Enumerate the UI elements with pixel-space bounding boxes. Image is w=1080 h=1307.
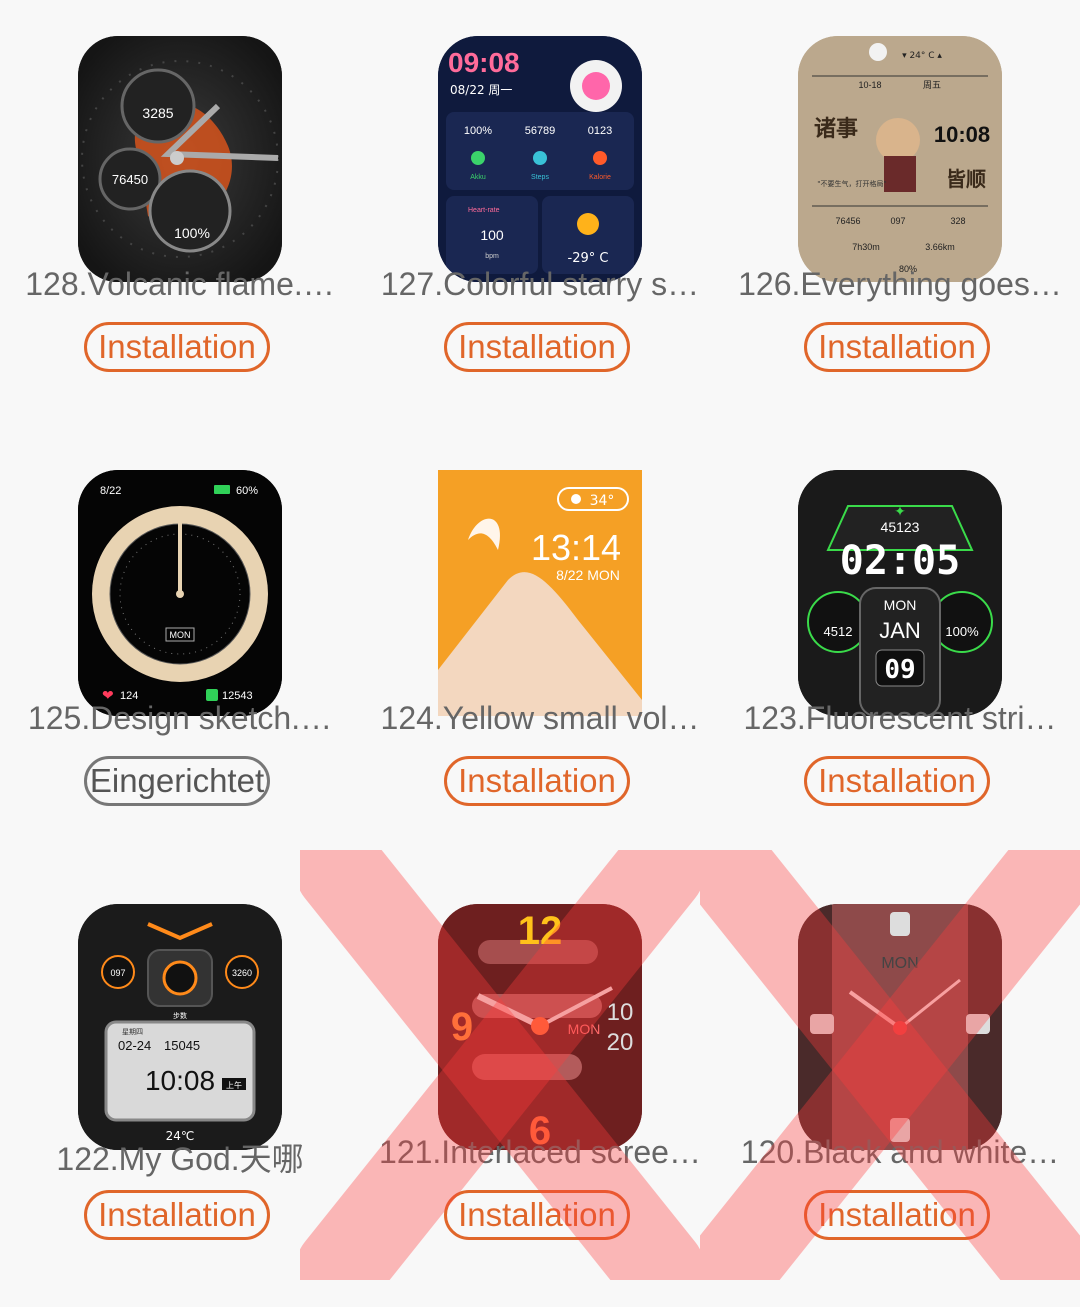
watch-face-preview[interactable]: 09:08 08/22 周一 100% 56789 0123 Akku Step… [438,36,642,282]
number-10: 10 [607,999,634,1026]
date-value: 02-24 [118,1038,151,1053]
time-value: 02:05 [840,538,960,584]
kcal-value: 328 [950,216,965,226]
slogan-1: 诸事 [814,116,858,142]
battery-value: 100% [945,624,979,639]
watch-face-preview[interactable]: 097 3260 步数 星期四 02-24 15045 10:08 上午 24℃ [78,904,282,1150]
distance-value: 3.66km [925,242,955,252]
kcal-value: 3260 [232,968,252,978]
watch-card-120[interactable]: MON 120.Black and white… Installation [720,868,1080,1302]
install-button[interactable]: Installation [804,756,990,806]
watch-face-preview[interactable]: 8/22 60% MON ❤ 124 12543 [78,470,282,716]
steps-value: 56789 [525,125,556,137]
label-kalorie: Kalorie [589,174,611,181]
battery-value: 100% [464,125,492,137]
watch-card-127[interactable]: 09:08 08/22 周一 100% 56789 0123 Akku Step… [360,0,720,434]
heart-rate-label: Heart-rate [468,207,500,214]
watch-face-preview[interactable]: MON [798,904,1002,1150]
date-value: 8/22 MON [556,567,620,583]
weekday-value: 星期四 [122,1028,143,1036]
watch-face-title: 128.Volcanic flame.… [25,266,335,302]
watch-card-122[interactable]: 097 3260 步数 星期四 02-24 15045 10:08 上午 24℃… [0,868,360,1302]
weekday-value: MON [568,1021,601,1037]
ampm-value: 上午 [226,1080,242,1090]
time-value: 09:08 [448,47,520,78]
battery-value: 100% [174,225,210,241]
install-button[interactable]: Installation [444,322,630,372]
weather-value: ▾ 24° C ▴ [902,51,942,61]
watch-card-125[interactable]: 8/22 60% MON ❤ 124 12543 125.Design sket… [0,434,360,868]
day-value: 09 [884,655,915,685]
watch-face-title: 124.Yellow small vol… [380,700,700,736]
sleep-value: 7h30m [852,242,880,252]
weekday-value: MON [170,630,191,640]
steps-label: 步数 [173,1011,187,1020]
watch-face-title: 121.Interlaced scree… [379,1134,701,1170]
steps-value: 45123 [881,519,920,535]
date-value: 08/22 周一 [450,83,512,97]
weekday-value: 周五 [923,80,941,91]
watch-face-title: 120.Black and white… [740,1134,1060,1170]
numeral-12: 12 [518,909,563,953]
watch-face-title: 126.Everything goes… [738,266,1062,302]
time-value: 13:14 [531,527,621,568]
watch-face-preview[interactable]: 34° 13:14 8/22 MON [438,470,642,716]
temperature-value: -29° C [568,251,609,266]
label-akku: Akku [470,174,486,181]
install-button[interactable]: Installation [84,1190,270,1240]
watch-face-grid: 3285 76450 100% 128.Volcanic flame.… Ins… [0,0,1080,1307]
installed-button[interactable]: Eingerichtet [84,756,270,806]
weekday-value: MON [881,955,918,972]
watch-card-121[interactable]: 12 9 6 MON 10 20 121.Interlaced scree… I… [360,868,720,1302]
install-button[interactable]: Installation [804,322,990,372]
watch-face-preview[interactable]: 3285 76450 100% [78,36,282,282]
kcal-value: 76450 [112,172,148,187]
watch-card-128[interactable]: 3285 76450 100% 128.Volcanic flame.… Ins… [0,0,360,434]
numeral-9: 9 [451,1005,473,1049]
steps-value: 76456 [835,216,860,226]
heart-rate-value: 097 [110,968,125,978]
time-value: 10:08 [145,1065,215,1096]
watch-card-124[interactable]: 34° 13:14 8/22 MON 124.Yellow small vol…… [360,434,720,868]
install-button[interactable]: Installation [84,322,270,372]
watch-face-title: 127.Colorful starry s… [380,266,700,302]
weekday-value: MON [884,597,917,613]
watch-face-title: 123.Fluorescent stri… [743,700,1057,736]
watch-face-preview[interactable]: ▾ 24° C ▴ 10-18 周五 诸事 10:08 皆顺 "不要生气，打开格… [798,36,1002,282]
motto-text: "不要生气，打开格局" [817,179,886,188]
number-20: 20 [607,1029,634,1056]
watch-face-title: 125.Design sketch.… [27,700,333,736]
install-button[interactable]: Installation [444,756,630,806]
steps-value: 3285 [142,105,173,121]
install-button[interactable]: Installation [804,1190,990,1240]
run-icon: ✦ [894,504,906,520]
watch-face-preview[interactable]: ✦ 45123 02:05 4512 100% MON JAN 09 [798,470,1002,716]
steps-value: 15045 [164,1038,200,1053]
watch-face-title: 122.My God.天哪 [56,1141,304,1177]
install-button[interactable]: Installation [444,1190,630,1240]
label-steps: Steps [531,174,549,181]
date-value: 8/22 [100,485,121,497]
time-value: 10:08 [934,122,990,147]
heart-rate-unit: bpm [485,253,499,260]
heart-rate-value: 100 [480,227,504,243]
month-value: JAN [879,618,921,643]
date-value: 10-18 [858,80,881,90]
slogan-2: 皆顺 [946,167,986,191]
kcal-value: 4512 [824,624,853,639]
heart-rate-value: 097 [890,216,905,226]
watch-card-123[interactable]: ✦ 45123 02:05 4512 100% MON JAN 09 123.F… [720,434,1080,868]
watch-face-preview[interactable]: 12 9 6 MON 10 20 [438,904,642,1150]
kcal-value: 0123 [588,125,612,137]
battery-value: 60% [236,485,258,497]
watch-card-126[interactable]: ▾ 24° C ▴ 10-18 周五 诸事 10:08 皆顺 "不要生气，打开格… [720,0,1080,434]
temperature-value: 34° [590,493,615,509]
